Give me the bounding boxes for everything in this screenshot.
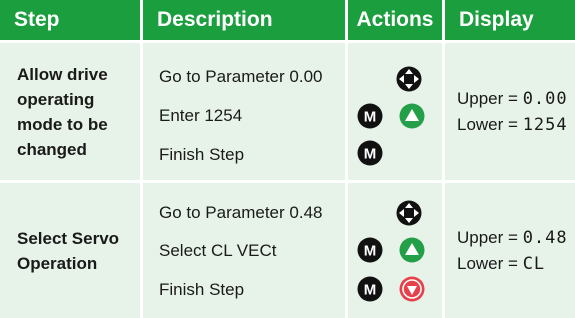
display-cell: Upper = 0.48 Lower = CL	[445, 183, 575, 318]
upper-value: 0.48	[522, 227, 568, 248]
lower-label: Lower =	[457, 253, 523, 273]
stop-reset-button-icon	[399, 276, 425, 302]
up-arrow-button-icon	[399, 237, 425, 263]
display-lower: Lower = CL	[457, 251, 575, 277]
upper-label: Upper =	[457, 227, 523, 247]
display-lower: Lower = 1254	[457, 112, 575, 138]
display-cell: Upper = 0.00 Lower = 1254	[445, 43, 575, 180]
mode-button-icon: M	[357, 103, 383, 129]
step-cell: Allow drive operating mode to be changed	[0, 43, 140, 180]
display-upper: Upper = 0.00	[457, 86, 575, 112]
mode-letter: M	[364, 146, 377, 163]
procedure-table: Step Description Actions Display Allow d…	[0, 0, 575, 318]
step-text: Select Servo Operation	[17, 228, 120, 273]
description-line: Go to Parameter 0.48	[159, 203, 323, 222]
description-line: Enter 1254	[159, 106, 243, 125]
lower-value: CL	[522, 253, 546, 274]
mode-button-icon: M	[357, 237, 383, 263]
mode-letter: M	[364, 109, 377, 126]
header-step: Step	[0, 0, 140, 40]
header-display: Display	[445, 0, 575, 40]
actions-cell: M M	[348, 183, 442, 318]
mode-button-icon: M	[357, 140, 383, 166]
header-description: Description	[143, 0, 345, 40]
step-cell: Select Servo Operation	[0, 183, 140, 318]
step-text: Allow drive operating mode to be changed	[17, 64, 108, 159]
display-upper: Upper = 0.48	[457, 225, 575, 251]
mode-button-icon: M	[357, 276, 383, 302]
lower-label: Lower =	[457, 114, 523, 134]
navigation-pad-icon	[396, 66, 422, 92]
mode-letter: M	[364, 282, 377, 299]
header-actions: Actions	[348, 0, 442, 40]
description-line: Go to Parameter 0.00	[159, 67, 323, 86]
description-line: Select CL VECt	[159, 241, 277, 260]
actions-cell: M M	[348, 43, 442, 180]
description-line: Finish Step	[159, 280, 245, 299]
up-arrow-button-icon	[399, 103, 425, 129]
lower-value: 1254	[522, 114, 568, 135]
upper-value: 0.00	[522, 88, 568, 109]
description-line: Finish Step	[159, 145, 245, 164]
navigation-pad-icon	[396, 200, 422, 226]
upper-label: Upper =	[457, 88, 523, 108]
description-cell: Go to Parameter 0.00 Enter 1254 Finish S…	[143, 43, 345, 180]
mode-letter: M	[364, 243, 377, 260]
description-cell: Go to Parameter 0.48 Select CL VECt Fini…	[143, 183, 345, 318]
